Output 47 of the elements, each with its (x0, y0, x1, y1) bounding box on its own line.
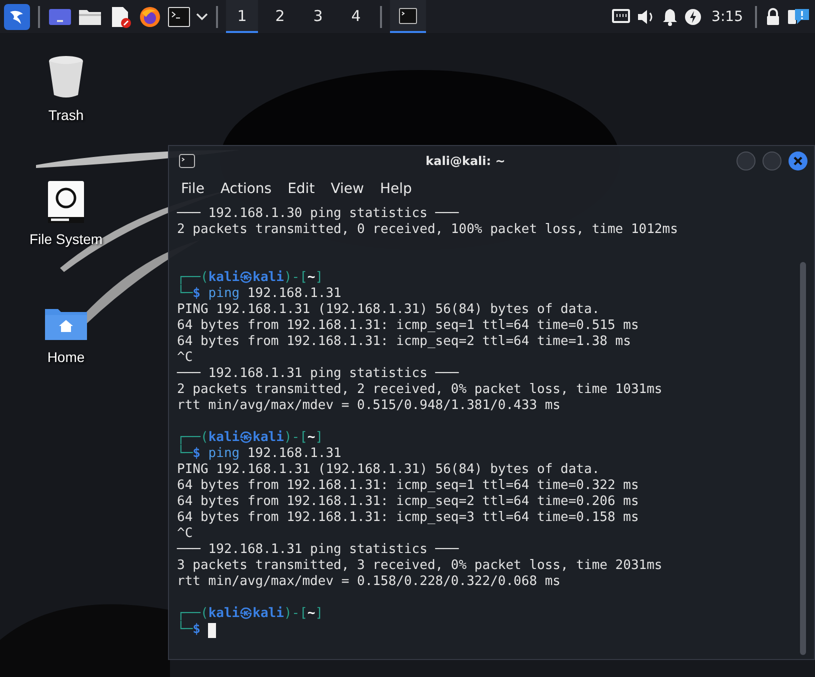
menu-item[interactable]: Actions (212, 179, 280, 199)
prompt-line: └─$ ping 192.168.1.31 (177, 446, 342, 462)
desktop-icon-label[interactable]: Home (47, 349, 85, 365)
terminal-line: 64 bytes from 192.168.1.31: icmp_seq=2 ttl=64 time=0.206 ms (177, 494, 640, 510)
terminal-line: rtt min/avg/max/mdev = 0.158/0.228/0.322/0.068 ms (177, 574, 562, 590)
menu-item[interactable]: View (322, 179, 372, 199)
dragon-logo-icon[interactable] (4, 4, 30, 30)
prompt-line: ┌──(kali㉿kali)-[~] (177, 270, 324, 285)
prompt-line: ┌──(kali㉿kali)-[~] (177, 430, 324, 445)
terminal-line: PING 192.168.1.31 (192.168.1.31) 56(84) bytes of data. (177, 302, 601, 318)
terminal-line: 2 packets transmitted, 2 received, 0% packet loss, time 1031ms (177, 382, 664, 398)
terminal-task-button[interactable] (390, 0, 426, 33)
clock[interactable]: 3:15 (712, 8, 743, 24)
terminal-line: ^C (177, 526, 194, 542)
prompt-line: ┌──(kali㉿kali)-[~] (177, 606, 324, 621)
menu-item[interactable]: Help (372, 179, 420, 199)
workspace-button[interactable]: 1 (226, 0, 258, 33)
terminal-line: rtt min/avg/max/mdev = 0.515/0.948/1.381/0.433 ms (177, 398, 562, 414)
window-title: kali@kali: ~ (424, 154, 506, 168)
terminal-icon (179, 154, 195, 168)
close-button[interactable] (788, 151, 808, 171)
terminal-line: PING 192.168.1.31 (192.168.1.31) 56(84) bytes of data. (177, 462, 601, 478)
terminal-line: 64 bytes from 192.168.1.31: icmp_seq=3 ttl=64 time=0.158 ms (177, 510, 640, 526)
drive-icon (48, 181, 84, 223)
workspace-button[interactable]: 2 (264, 0, 296, 33)
terminal-line: 2 packets transmitted, 0 received, 100% packet loss, time 1012ms (177, 222, 679, 238)
terminal-line: ─── 192.168.1.31 ping statistics ─── (177, 542, 460, 558)
terminal-line: ─── 192.168.1.30 ping statistics ─── (177, 206, 460, 222)
terminal-line: 3 packets transmitted, 3 received, 0% packet loss, time 2031ms (177, 558, 664, 574)
menu-item[interactable]: File (173, 179, 212, 199)
home-folder-icon (44, 307, 88, 341)
terminal-line: 64 bytes from 192.168.1.31: icmp_seq=1 ttl=64 time=0.515 ms (177, 318, 640, 334)
menu-item[interactable]: Edit (280, 179, 323, 199)
prompt-line: └─$ (177, 622, 200, 638)
trash-icon (48, 55, 84, 99)
text-cursor (208, 622, 216, 638)
terminal-line: 64 bytes from 192.168.1.31: icmp_seq=1 ttl=64 time=0.322 ms (177, 478, 640, 494)
prompt-line: └─$ ping 192.168.1.31 (177, 286, 342, 302)
desktop-icon-label[interactable]: File System (29, 231, 103, 247)
terminal-line: ─── 192.168.1.31 ping statistics ─── (177, 366, 460, 382)
terminal-line: ^C (177, 350, 194, 366)
terminal-icon (399, 8, 417, 24)
workspace-button[interactable]: 3 (302, 0, 334, 33)
desktop-icon-label[interactable]: Trash (48, 107, 84, 123)
scrollbar[interactable] (800, 262, 806, 655)
terminal-line: 64 bytes from 192.168.1.31: icmp_seq=2 ttl=64 time=1.38 ms (177, 334, 632, 350)
workspace-button[interactable]: 4 (340, 0, 372, 33)
